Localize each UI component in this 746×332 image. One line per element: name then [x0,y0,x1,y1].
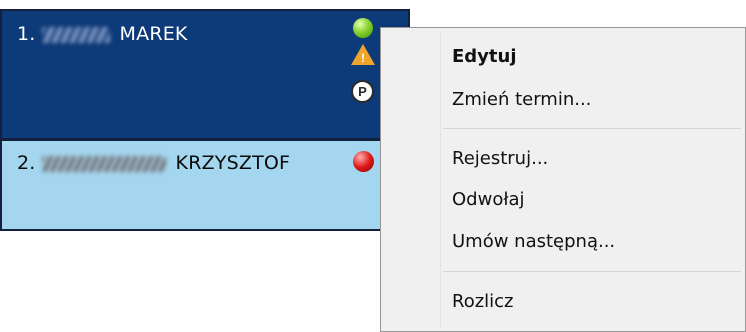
parking-icon: P [351,80,374,103]
menu-item-schedule-next[interactable]: Umów następną... [452,231,615,252]
row-number: 2. [17,152,36,174]
menu-icon-gutter [440,31,441,328]
context-menu: Edytuj Zmień termin... Rejestruj... Odwo… [380,27,746,332]
redacted-surname-blur [41,26,110,43]
patient-name: MAREK [119,23,188,45]
appointment-schedule: 1. MAREK 2. KRZYSZTOF ! P [0,0,410,332]
warning-icon-mark: ! [361,51,365,65]
green-status-icon [353,18,373,38]
appointment-row-1[interactable]: 1. MAREK [0,9,410,140]
patient-name: KRZYSZTOF [175,152,291,174]
redacted-surname-blur [41,155,166,172]
menu-item-change-date[interactable]: Zmień termin... [452,89,591,110]
row-number: 1. [17,23,36,45]
menu-item-edit[interactable]: Edytuj [452,46,517,67]
menu-item-settle[interactable]: Rozlicz [452,291,514,312]
appointment-row-2-text: 2. KRZYSZTOF [17,152,290,174]
menu-separator [443,128,741,129]
appointment-row-2[interactable]: 2. KRZYSZTOF [0,140,410,231]
menu-separator [443,271,741,272]
red-status-icon [353,151,374,172]
menu-item-register[interactable]: Rejestruj... [452,148,548,169]
appointment-row-1-text: 1. MAREK [17,23,188,45]
menu-item-cancel[interactable]: Odwołaj [452,189,524,210]
